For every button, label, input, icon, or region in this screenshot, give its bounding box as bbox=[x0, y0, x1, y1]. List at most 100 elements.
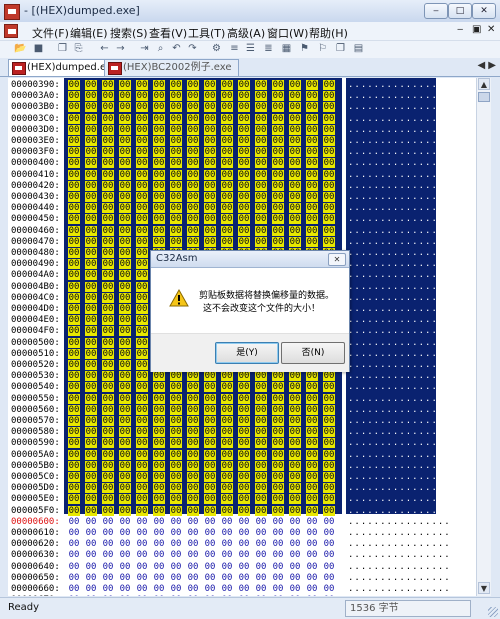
hex-byte[interactable]: 00 bbox=[170, 371, 182, 382]
hex-byte[interactable]: 00 bbox=[221, 158, 233, 169]
hex-byte[interactable]: 00 bbox=[238, 505, 250, 516]
hex-byte[interactable]: 00 bbox=[221, 225, 233, 236]
menu-search[interactable]: 搜索(S) bbox=[110, 25, 148, 41]
ascii-text[interactable]: ................ bbox=[348, 315, 451, 326]
hex-byte[interactable]: 00 bbox=[68, 80, 80, 90]
hex-byte[interactable]: 00 bbox=[238, 517, 250, 527]
hex-byte[interactable]: 00 bbox=[68, 539, 80, 549]
find-icon[interactable]: ⌕ bbox=[154, 43, 167, 55]
hex-byte[interactable]: 00 bbox=[187, 147, 199, 158]
hex-byte[interactable]: 00 bbox=[187, 236, 199, 247]
hex-byte[interactable]: 00 bbox=[119, 225, 131, 236]
redo-icon[interactable]: ↷ bbox=[186, 43, 199, 55]
hex-byte[interactable]: 00 bbox=[68, 416, 80, 426]
hex-byte[interactable]: 00 bbox=[323, 382, 335, 393]
hex-byte[interactable]: 00 bbox=[102, 550, 114, 560]
hex-byte[interactable]: 00 bbox=[289, 158, 301, 169]
yes-button[interactable]: 是(Y) bbox=[215, 342, 279, 364]
hex-byte[interactable]: 00 bbox=[255, 393, 267, 404]
hex-byte[interactable]: 00 bbox=[289, 136, 301, 146]
hex-byte[interactable]: 00 bbox=[170, 472, 182, 482]
hex-byte[interactable]: 00 bbox=[85, 270, 97, 281]
hex-byte[interactable]: 00 bbox=[170, 236, 182, 247]
hex-byte[interactable]: 00 bbox=[204, 124, 216, 135]
hex-byte[interactable]: 00 bbox=[323, 505, 335, 516]
hex-byte[interactable]: 00 bbox=[204, 393, 216, 404]
hex-byte[interactable]: 00 bbox=[272, 102, 284, 113]
hex-byte[interactable]: 00 bbox=[68, 348, 80, 359]
hex-byte[interactable]: 00 bbox=[255, 595, 267, 596]
hex-byte[interactable]: 00 bbox=[187, 595, 199, 596]
hex-byte[interactable]: 00 bbox=[68, 113, 80, 124]
hex-byte[interactable]: 00 bbox=[323, 371, 335, 382]
hex-byte[interactable]: 00 bbox=[153, 147, 165, 158]
menu-window[interactable]: 窗口(W) bbox=[267, 25, 308, 41]
hex-byte[interactable]: 00 bbox=[238, 169, 250, 180]
hex-byte[interactable]: 00 bbox=[102, 348, 114, 359]
hex-byte[interactable]: 00 bbox=[255, 528, 267, 538]
hex-byte[interactable]: 00 bbox=[204, 180, 216, 191]
hex-byte[interactable]: 00 bbox=[102, 113, 114, 124]
hex-byte[interactable]: 00 bbox=[136, 80, 148, 90]
hex-byte[interactable]: 00 bbox=[255, 483, 267, 494]
hex-byte[interactable]: 00 bbox=[85, 180, 97, 191]
hex-byte[interactable]: 00 bbox=[102, 528, 114, 538]
hex-byte[interactable]: 00 bbox=[187, 573, 199, 583]
hex-byte[interactable]: 00 bbox=[85, 360, 97, 370]
hex-byte[interactable]: 00 bbox=[153, 528, 165, 538]
hex-byte[interactable]: 00 bbox=[68, 270, 80, 281]
hex-byte[interactable]: 00 bbox=[85, 102, 97, 113]
ascii-text[interactable]: ................ bbox=[348, 203, 451, 214]
ascii-text[interactable]: ................ bbox=[348, 438, 451, 449]
hex-byte[interactable]: 00 bbox=[153, 427, 165, 438]
hex-byte[interactable]: 00 bbox=[221, 169, 233, 180]
hex-byte[interactable]: 00 bbox=[136, 124, 148, 135]
hex-byte[interactable]: 00 bbox=[323, 91, 335, 102]
hex-byte[interactable]: 00 bbox=[323, 169, 335, 180]
hex-byte[interactable]: 00 bbox=[119, 505, 131, 516]
hex-byte[interactable]: 00 bbox=[289, 80, 301, 90]
menu-view[interactable]: 查看(V) bbox=[149, 25, 187, 41]
hex-byte[interactable]: 00 bbox=[272, 180, 284, 191]
hex-byte[interactable]: 00 bbox=[306, 528, 318, 538]
hex-byte[interactable]: 00 bbox=[68, 505, 80, 516]
hex-byte[interactable]: 00 bbox=[170, 562, 182, 572]
hex-byte[interactable]: 00 bbox=[238, 382, 250, 393]
hex-byte[interactable]: 00 bbox=[102, 438, 114, 449]
hex-byte[interactable]: 00 bbox=[68, 595, 80, 596]
bookmark-icon[interactable]: ⚑ bbox=[298, 43, 311, 55]
hex-byte[interactable]: 00 bbox=[323, 203, 335, 214]
hex-byte[interactable]: 00 bbox=[119, 438, 131, 449]
ascii-text[interactable]: ................ bbox=[348, 192, 451, 203]
hex-byte[interactable]: 00 bbox=[238, 393, 250, 404]
hex-byte[interactable]: 00 bbox=[68, 337, 80, 348]
hex-byte[interactable]: 00 bbox=[85, 259, 97, 270]
hex-byte[interactable]: 00 bbox=[221, 136, 233, 146]
hex-byte[interactable]: 00 bbox=[102, 483, 114, 494]
hex-byte[interactable]: 00 bbox=[102, 427, 114, 438]
hex-byte[interactable]: 00 bbox=[136, 158, 148, 169]
hex-byte[interactable]: 00 bbox=[170, 460, 182, 471]
hex-byte[interactable]: 00 bbox=[153, 483, 165, 494]
hex-byte[interactable]: 00 bbox=[306, 595, 318, 596]
hex-byte[interactable]: 00 bbox=[136, 494, 148, 505]
hex-byte[interactable]: 00 bbox=[119, 91, 131, 102]
hex-byte[interactable]: 00 bbox=[255, 91, 267, 102]
hex-byte[interactable]: 00 bbox=[255, 404, 267, 415]
hex-byte[interactable]: 00 bbox=[102, 124, 114, 135]
hex-byte[interactable]: 00 bbox=[204, 528, 216, 538]
hex-byte[interactable]: 00 bbox=[221, 483, 233, 494]
hex-byte[interactable]: 00 bbox=[204, 539, 216, 549]
hex-byte[interactable]: 00 bbox=[136, 203, 148, 214]
hex-byte[interactable]: 00 bbox=[119, 180, 131, 191]
ascii-text[interactable]: ................ bbox=[348, 304, 451, 315]
hex-byte[interactable]: 00 bbox=[170, 147, 182, 158]
hex-byte[interactable]: 00 bbox=[68, 304, 80, 314]
ascii-text[interactable]: ................ bbox=[348, 91, 451, 102]
hex-byte[interactable]: 00 bbox=[221, 180, 233, 191]
hex-byte[interactable]: 00 bbox=[153, 505, 165, 516]
hex-byte[interactable]: 00 bbox=[136, 573, 148, 583]
hex-byte[interactable]: 00 bbox=[221, 371, 233, 382]
hex-byte[interactable]: 00 bbox=[272, 124, 284, 135]
hex-byte[interactable]: 00 bbox=[68, 460, 80, 471]
